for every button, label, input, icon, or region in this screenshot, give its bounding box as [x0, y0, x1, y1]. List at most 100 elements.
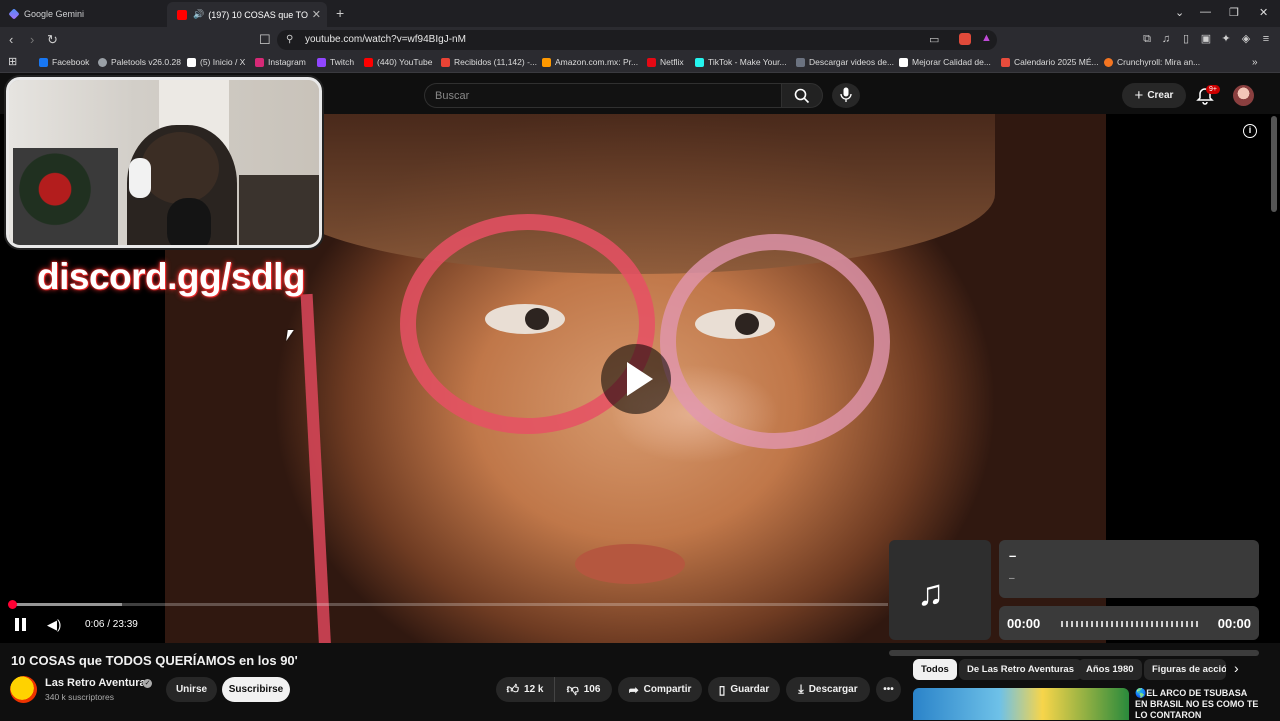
bookmark-tiktok[interactable]: TikTok - Make Your... [695, 57, 787, 67]
tab-youtube[interactable]: 🔊 (197) 10 COSAS que TODOS QUER ✕ [167, 2, 327, 27]
site-info-icon[interactable]: ⚲ [286, 34, 293, 45]
forward-icon[interactable]: › [30, 32, 34, 47]
bookmark-crunchyroll[interactable]: Crunchyroll: Mira an... [1104, 57, 1200, 67]
like-button[interactable]: 👍︎ 12 k [496, 677, 554, 702]
subscribe-button[interactable]: Suscribirse [222, 677, 290, 702]
music-icon[interactable]: ♫ [1160, 33, 1172, 45]
cast-icon[interactable]: ▭ [929, 33, 939, 46]
bookmark-gmail[interactable]: Recibidos (11,142) -... [441, 57, 537, 67]
pause-button[interactable] [15, 618, 27, 631]
speaker-icon[interactable]: 🔊 [193, 9, 204, 20]
crunchyroll-icon [1104, 57, 1113, 67]
tab-list-icon[interactable]: ⌄ [1175, 6, 1184, 19]
share-icon: ➦ [628, 682, 639, 697]
volume-icon[interactable]: ◀) [47, 617, 61, 633]
webcam-head [141, 132, 219, 204]
bookmark-label: (5) Inicio / X [200, 57, 246, 67]
play-overlay-button[interactable] [601, 344, 671, 414]
bookmark-instagram[interactable]: Instagram [255, 57, 306, 67]
notifications-badge: 9+ [1206, 85, 1220, 94]
chevron-right-icon[interactable]: › [1234, 660, 1239, 676]
chip-1980s[interactable]: Años 1980 [1078, 659, 1142, 680]
bookmark-twitch[interactable]: Twitch [317, 57, 354, 67]
sidebar-icon[interactable]: ▯ [1180, 33, 1192, 45]
youtube-icon [364, 57, 373, 67]
thumbs-down-icon: 👎︎ [566, 682, 579, 696]
download-button[interactable]: ⤓ Descargar [786, 677, 870, 702]
music-progress-dots [1061, 621, 1199, 627]
bookmark-label: Crunchyroll: Mira an... [1117, 57, 1201, 67]
search-placeholder: Buscar [435, 90, 470, 102]
music-widget-info: – – [999, 540, 1259, 598]
voice-search-button[interactable] [832, 83, 860, 108]
search-input[interactable]: Buscar [424, 83, 781, 108]
menu-icon[interactable]: ≡ [1260, 33, 1272, 45]
rewards-icon[interactable]: ▲ [981, 32, 992, 44]
youtube-icon [177, 9, 187, 20]
close-window-icon[interactable]: ✕ [1259, 6, 1268, 19]
more-actions-button[interactable]: ••• [876, 677, 901, 702]
apps-icon[interactable]: ⊞ [8, 55, 17, 68]
bookmark-x[interactable]: (5) Inicio / X [187, 57, 245, 67]
minimize-icon[interactable]: — [1200, 6, 1211, 18]
download-site-icon [796, 57, 805, 67]
x-icon [187, 57, 196, 67]
bookmark-paletools[interactable]: Paletools v26.0.28 [98, 57, 181, 67]
share-button[interactable]: ➦ Compartir [618, 677, 702, 702]
save-button[interactable]: ▯ Guardar [708, 677, 780, 702]
bookmark-label: Recibidos (11,142) -... [454, 57, 537, 67]
address-bar-row: ‹ › ↻ ☐ ⚲ youtube.com/watch?v=wf94BIgJ-n… [0, 27, 1280, 53]
horizontal-scrollbar[interactable] [889, 650, 1259, 656]
close-tab-icon[interactable]: ✕ [312, 8, 321, 21]
download-label: Descargar [808, 684, 858, 695]
bookmark-label: Twitch [330, 57, 355, 67]
tab-gemini[interactable]: Google Gemini [0, 0, 165, 27]
bookmark-netflix[interactable]: Netflix [647, 57, 684, 67]
info-icon[interactable]: i [1243, 124, 1257, 138]
bookmark-label: Facebook [52, 57, 90, 67]
video-mouth-shape [575, 544, 685, 584]
like-dislike-group: 👍︎ 12 k 👎︎ 106 [496, 677, 612, 702]
channel-avatar[interactable] [10, 676, 37, 703]
wallet-icon[interactable]: ▣ [1200, 33, 1212, 45]
recommendation-title[interactable]: 🌎EL ARCO DE TSUBASA EN BRASIL NO ES COMO… [1135, 688, 1260, 721]
gemini-icon [8, 7, 20, 20]
bookmark-youtube[interactable]: (440) YouTube [364, 57, 432, 67]
back-icon[interactable]: ‹ [9, 32, 13, 47]
bookmark-icon[interactable]: ☐ [259, 32, 271, 48]
reload-icon[interactable]: ↻ [47, 32, 58, 48]
progress-scrubber[interactable] [8, 600, 17, 609]
headphones-shape [129, 158, 151, 198]
save-label: Guardar [730, 684, 770, 695]
recommendation-thumbnail[interactable] [913, 688, 1129, 720]
extensions-icon[interactable]: ⧉ [1141, 33, 1153, 45]
progress-bar[interactable] [12, 603, 888, 606]
dislike-button[interactable]: 👎︎ 106 [554, 677, 612, 702]
url-field[interactable]: ⚲ youtube.com/watch?v=wf94BIgJ-nM ▭ ▲ [277, 30, 997, 50]
channel-name[interactable]: Las Retro Aventuras [45, 677, 152, 689]
brave-shield-icon[interactable] [959, 33, 971, 45]
bookmark-facebook[interactable]: Facebook [39, 57, 89, 67]
leo-icon[interactable]: ✦ [1220, 33, 1232, 45]
maximize-icon[interactable]: ❐ [1229, 6, 1239, 19]
bookmark-amazon[interactable]: Amazon.com.mx: Pr... [542, 57, 638, 67]
music-note-icon: ♫ [917, 572, 944, 613]
vpn-icon[interactable]: ◈ [1240, 33, 1252, 45]
vertical-scrollbar[interactable] [1271, 116, 1277, 212]
music-widget-art[interactable]: ♫ [889, 540, 991, 640]
new-tab-button[interactable]: + [336, 5, 344, 21]
video-title: 10 COSAS que TODOS QUERÍAMOS en los 90' [11, 653, 298, 668]
more-bookmarks-icon[interactable]: » [1252, 57, 1258, 68]
search-button[interactable] [781, 83, 823, 108]
chip-channel[interactable]: De Las Retro Aventuras [959, 659, 1082, 680]
chip-action-figures[interactable]: Figuras de acción [1144, 659, 1226, 680]
chip-todos[interactable]: Todos [913, 659, 957, 680]
bookmark-calendario[interactable]: Calendario 2025 MÉ... [1001, 57, 1099, 67]
music-title: – [1009, 548, 1017, 563]
create-button[interactable]: + Crear [1122, 83, 1186, 108]
bookmark-mejorar[interactable]: Mejorar Calidad de... [899, 57, 991, 67]
tab-label: (197) 10 COSAS que TODOS QUER [208, 9, 308, 20]
bookmark-descargar[interactable]: Descargar videos de... [796, 57, 894, 67]
join-button[interactable]: Unirse [166, 677, 217, 702]
account-avatar[interactable] [1233, 85, 1254, 106]
